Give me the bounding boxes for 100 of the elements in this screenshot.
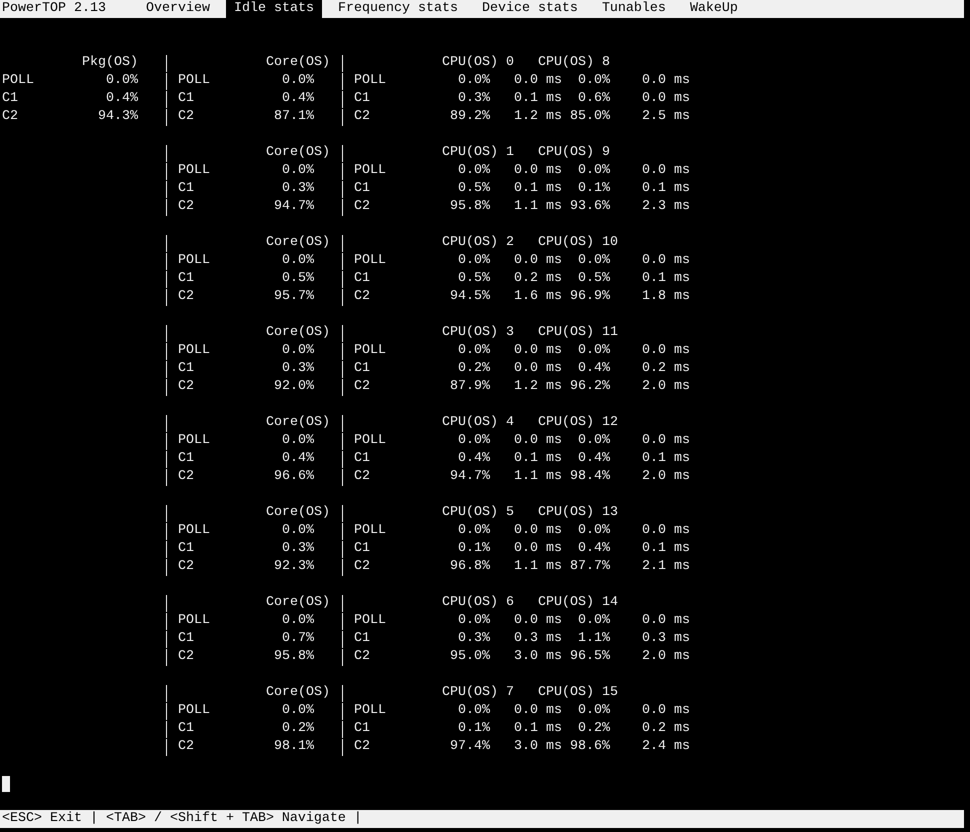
state-label: C1: [178, 360, 195, 378]
state-label: C2: [354, 288, 371, 306]
column-header: Core(OS): [266, 594, 330, 612]
state-label: C2: [354, 108, 371, 126]
app-title: PowerTOP 2.13: [2, 0, 106, 18]
percent-value: 87.1%: [273, 108, 314, 126]
time-value: 0.1 ms: [514, 90, 562, 108]
percent-value: 0.4%: [577, 450, 610, 468]
column-header: CPU(OS) 12: [538, 414, 618, 432]
time-value: 2.1 ms: [642, 558, 690, 576]
percent-value: 0.3%: [457, 90, 490, 108]
percent-value: 0.0%: [281, 162, 314, 180]
time-value: 0.0 ms: [642, 252, 690, 270]
column-header: CPU(OS) 14: [538, 594, 618, 612]
state-label: C2: [178, 738, 195, 756]
column-header: CPU(OS) 15: [538, 684, 618, 702]
column-header: Pkg(OS): [82, 54, 138, 72]
percent-value: 0.0%: [457, 252, 490, 270]
column-header: CPU(OS) 2: [442, 234, 515, 252]
tab[interactable]: Idle stats: [226, 0, 322, 18]
state-label: C2: [354, 738, 371, 756]
time-value: 0.1 ms: [642, 270, 690, 288]
time-value: 0.1 ms: [514, 180, 562, 198]
state-label: POLL: [178, 702, 211, 720]
time-value: 0.0 ms: [642, 702, 690, 720]
state-label: POLL: [354, 702, 387, 720]
time-value: 0.0 ms: [514, 612, 562, 630]
percent-value: 0.0%: [577, 702, 610, 720]
state-label: C1: [178, 540, 195, 558]
tab[interactable]: Device stats: [474, 0, 586, 18]
percent-value: 0.4%: [281, 450, 314, 468]
time-value: 1.1 ms: [514, 198, 562, 216]
percent-value: 0.3%: [281, 360, 314, 378]
time-value: 1.1 ms: [514, 558, 562, 576]
time-value: 0.0 ms: [642, 342, 690, 360]
state-label: C2: [178, 468, 195, 486]
time-value: 0.0 ms: [642, 522, 690, 540]
column-header: CPU(OS) 5: [442, 504, 515, 522]
percent-value: 0.0%: [457, 72, 490, 90]
column-header: CPU(OS) 13: [538, 504, 618, 522]
state-label: C1: [178, 180, 195, 198]
percent-value: 0.3%: [281, 180, 314, 198]
percent-value: 0.5%: [577, 270, 610, 288]
state-label: C1: [354, 720, 371, 738]
time-value: 0.0 ms: [514, 342, 562, 360]
percent-value: 0.2%: [457, 360, 490, 378]
column-header: CPU(OS) 1: [442, 144, 515, 162]
state-label: C2: [354, 198, 371, 216]
time-value: 0.0 ms: [514, 162, 562, 180]
state-label: C1: [178, 270, 195, 288]
percent-value: 96.2%: [569, 378, 610, 396]
status-text: <ESC> Exit | <TAB> / <Shift + TAB> Navigate |: [2, 811, 362, 826]
state-label: C1: [354, 270, 371, 288]
tab[interactable]: Frequency stats: [330, 0, 466, 18]
state-label: POLL: [178, 72, 211, 90]
percent-value: 96.5%: [569, 648, 610, 666]
percent-value: 93.6%: [569, 198, 610, 216]
state-label: POLL: [178, 522, 211, 540]
percent-value: 0.0%: [457, 522, 490, 540]
percent-value: 97.4%: [449, 738, 490, 756]
time-value: 0.0 ms: [642, 612, 690, 630]
state-label: C2: [354, 558, 371, 576]
time-value: 0.3 ms: [642, 630, 690, 648]
state-label: C1: [178, 720, 195, 738]
percent-value: 95.8%: [273, 648, 314, 666]
column-header: CPU(OS) 4: [442, 414, 515, 432]
percent-value: 87.7%: [569, 558, 610, 576]
state-label: C1: [354, 540, 371, 558]
time-value: 2.4 ms: [642, 738, 690, 756]
percent-value: 0.5%: [457, 270, 490, 288]
state-label: C1: [2, 90, 19, 108]
percent-value: 0.5%: [457, 180, 490, 198]
percent-value: 92.0%: [273, 378, 314, 396]
column-header: CPU(OS) 8: [538, 54, 611, 72]
percent-value: 0.4%: [105, 90, 138, 108]
percent-value: 94.5%: [449, 288, 490, 306]
tab[interactable]: WakeUp: [682, 0, 746, 18]
column-header: Core(OS): [266, 144, 330, 162]
state-label: POLL: [354, 342, 387, 360]
tab[interactable]: Tunables: [594, 0, 674, 18]
time-value: 1.1 ms: [514, 468, 562, 486]
column-header: Core(OS): [266, 414, 330, 432]
percent-value: 98.1%: [273, 738, 314, 756]
tab[interactable]: Overview: [138, 0, 218, 18]
percent-value: 0.0%: [281, 612, 314, 630]
time-value: 0.1 ms: [642, 180, 690, 198]
time-value: 2.0 ms: [642, 648, 690, 666]
percent-value: 94.3%: [97, 108, 138, 126]
percent-value: 96.8%: [449, 558, 490, 576]
percent-value: 1.1%: [577, 630, 610, 648]
percent-value: 0.0%: [577, 72, 610, 90]
column-header: CPU(OS) 11: [538, 324, 618, 342]
state-label: POLL: [2, 72, 35, 90]
state-label: C2: [178, 378, 195, 396]
time-value: 0.2 ms: [642, 360, 690, 378]
percent-value: 0.0%: [281, 522, 314, 540]
state-label: C1: [354, 180, 371, 198]
percent-value: 0.3%: [281, 540, 314, 558]
column-header: Core(OS): [266, 684, 330, 702]
state-label: C2: [354, 648, 371, 666]
